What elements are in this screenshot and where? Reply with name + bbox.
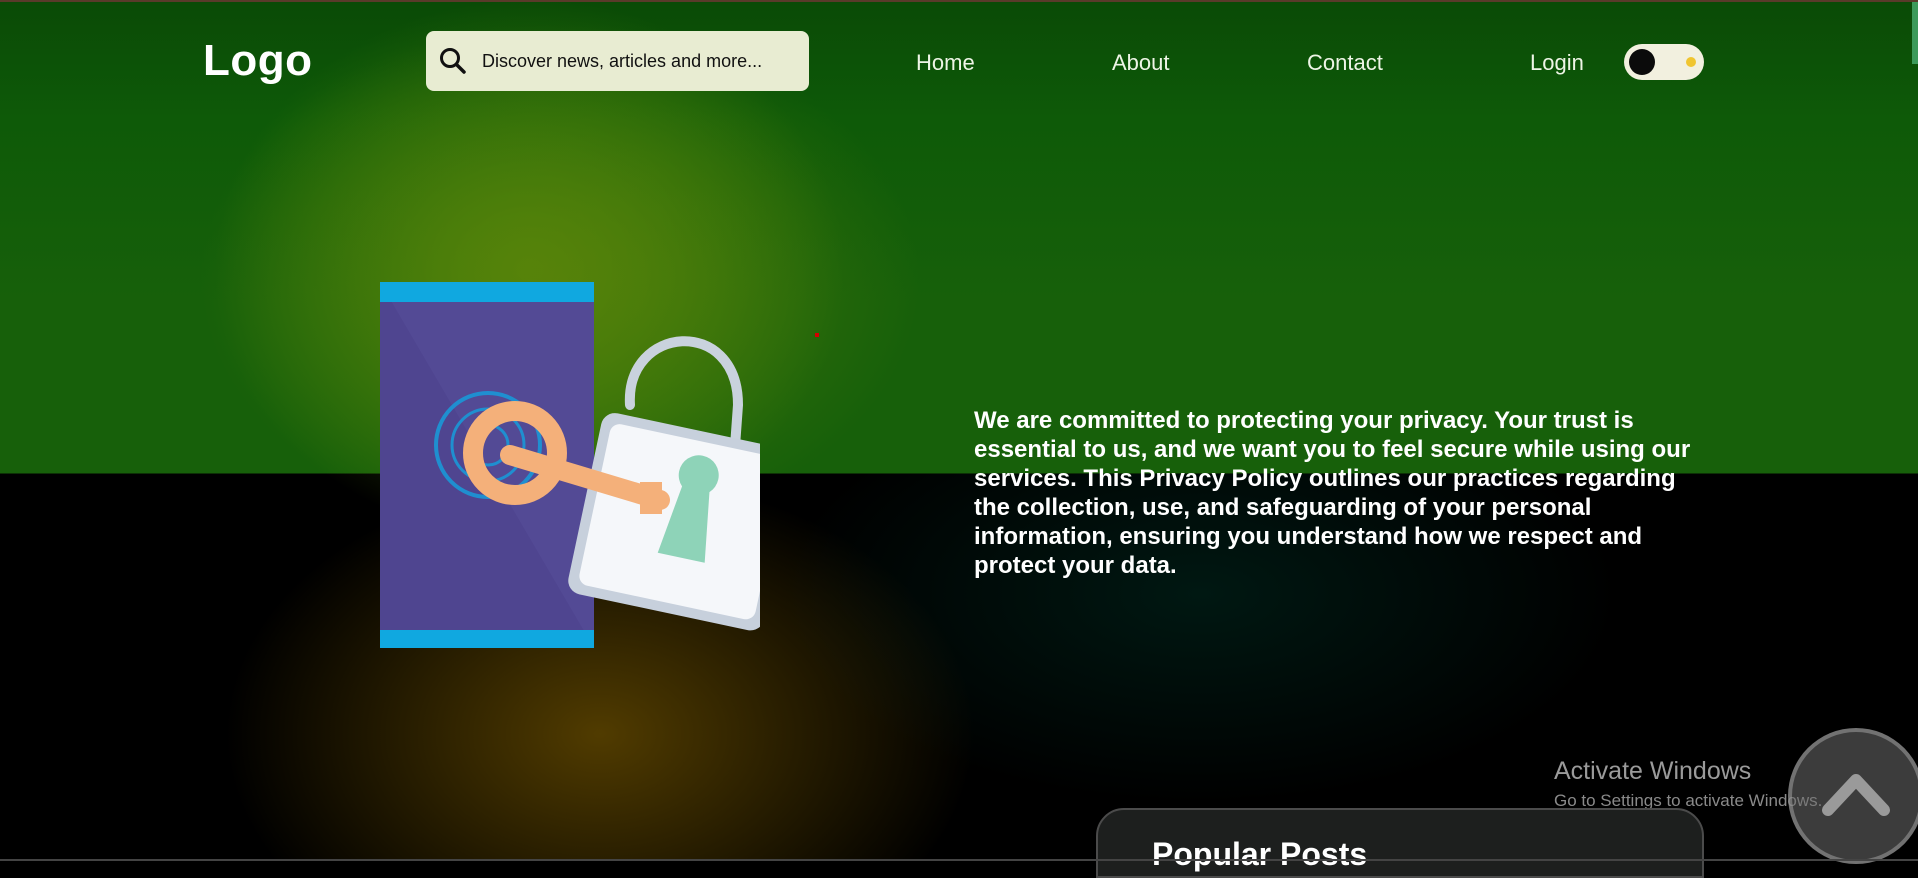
toggle-knob <box>1629 49 1655 75</box>
watermark-title: Activate Windows <box>1554 757 1752 785</box>
popular-posts-title: Popular Posts <box>1152 836 1368 872</box>
privacy-intro-text: We are committed to protecting your priv… <box>974 407 1691 579</box>
search-bar[interactable] <box>426 31 809 91</box>
decorative-dot <box>815 333 819 337</box>
search-icon[interactable] <box>438 46 468 76</box>
theme-toggle[interactable] <box>1624 44 1704 80</box>
nav-login[interactable]: Login <box>1530 50 1584 76</box>
search-input[interactable] <box>480 49 794 73</box>
sun-dot-icon <box>1686 57 1696 67</box>
nav-contact[interactable]: Contact <box>1307 50 1383 76</box>
chevron-up-icon <box>1822 774 1890 816</box>
site-logo[interactable]: Logo <box>203 36 313 86</box>
scroll-to-top-button[interactable] <box>1788 728 1918 864</box>
nav-home[interactable]: Home <box>916 50 975 76</box>
nav-about[interactable]: About <box>1112 50 1170 76</box>
scrollbar-thumb[interactable] <box>1912 2 1918 64</box>
popular-posts-card: Popular Posts <box>1096 808 1704 878</box>
phone-lock-illustration <box>380 282 760 648</box>
top-border <box>0 0 1918 2</box>
